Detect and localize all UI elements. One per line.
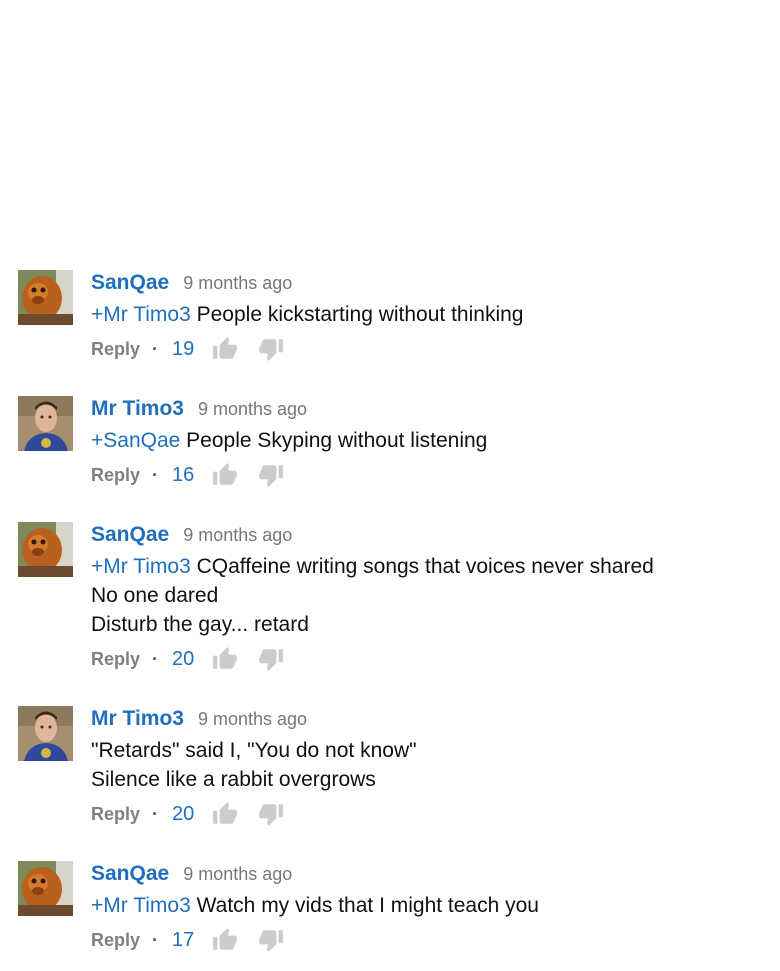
separator: ·	[152, 930, 159, 950]
thumbs-up-icon[interactable]	[212, 927, 238, 953]
mention-link[interactable]: +Mr Timo3	[91, 303, 191, 326]
separator: ·	[152, 649, 159, 669]
comment-line: Disturb the gay... retard	[91, 613, 309, 636]
thumbs-down-icon[interactable]	[258, 801, 284, 827]
thumbs-up-icon[interactable]	[212, 646, 238, 672]
timestamp[interactable]: 9 months ago	[198, 709, 307, 729]
separator: ·	[152, 465, 159, 485]
timestamp[interactable]: 9 months ago	[183, 273, 292, 293]
comment-line: No one dared	[91, 584, 219, 607]
comment-line-text: People Skyping without listening	[186, 429, 488, 452]
timestamp[interactable]: 9 months ago	[183, 525, 292, 545]
thumbs-up-icon[interactable]	[212, 462, 238, 488]
reply-button[interactable]: Reply	[91, 799, 140, 829]
author-name[interactable]: Mr Timo3	[91, 707, 184, 730]
reply-button[interactable]: Reply	[91, 644, 140, 674]
author-name[interactable]: SanQae	[91, 271, 169, 294]
avatar[interactable]	[18, 396, 73, 451]
reply-button[interactable]: Reply	[91, 460, 140, 490]
author-name[interactable]: SanQae	[91, 523, 169, 546]
comment-line-text: People kickstarting without thinking	[196, 303, 524, 326]
thumbs-down-icon[interactable]	[258, 336, 284, 362]
timestamp[interactable]: 9 months ago	[198, 399, 307, 419]
like-count: 20	[172, 803, 195, 825]
avatar[interactable]	[18, 861, 73, 916]
thumbs-up-icon[interactable]	[212, 801, 238, 827]
avatar[interactable]	[18, 522, 73, 577]
author-name[interactable]: SanQae	[91, 862, 169, 885]
like-count: 17	[172, 929, 195, 951]
mention-link[interactable]: +SanQae	[91, 429, 180, 452]
comment-line: Silence like a rabbit overgrows	[91, 768, 376, 791]
comment-line: +Mr Timo3 People kickstarting without th…	[91, 300, 758, 329]
thumbs-up-icon[interactable]	[212, 336, 238, 362]
thumbs-down-icon[interactable]	[258, 927, 284, 953]
like-count: 20	[172, 648, 195, 670]
reply-button[interactable]: Reply	[91, 334, 140, 364]
avatar[interactable]	[18, 270, 73, 325]
author-name[interactable]: Mr Timo3	[91, 397, 184, 420]
comment-line: +SanQae People Skyping without listening	[91, 426, 758, 455]
separator: ·	[152, 339, 159, 359]
avatar[interactable]	[18, 706, 73, 761]
comment-text: +SanQae People Skyping without listening	[91, 426, 758, 455]
comment-line-text: Watch my vids that I might teach you	[196, 894, 539, 917]
comment-line: +Mr Timo3 CQaffeine writing songs that v…	[91, 552, 758, 581]
comment-text: +Mr Timo3 People kickstarting without th…	[91, 300, 758, 329]
like-count: 19	[172, 338, 195, 360]
separator: ·	[152, 804, 159, 824]
reply-button[interactable]: Reply	[91, 925, 140, 955]
mention-link[interactable]: +Mr Timo3	[91, 894, 191, 917]
comment-text: +Mr Timo3 Watch my vids that I might tea…	[91, 891, 758, 920]
thumbs-down-icon[interactable]	[258, 646, 284, 672]
thumbs-down-icon[interactable]	[258, 462, 284, 488]
comment-line: "Retards" said I, "You do not know"	[91, 739, 417, 762]
timestamp[interactable]: 9 months ago	[183, 864, 292, 884]
comment-text: "Retards" said I, "You do not know" Sile…	[91, 736, 758, 794]
comment-text: +Mr Timo3 CQaffeine writing songs that v…	[91, 552, 758, 639]
comment-line: +Mr Timo3 Watch my vids that I might tea…	[91, 891, 758, 920]
comment-line-text: CQaffeine writing songs that voices neve…	[196, 555, 654, 578]
like-count: 16	[172, 464, 195, 486]
mention-link[interactable]: +Mr Timo3	[91, 555, 191, 578]
